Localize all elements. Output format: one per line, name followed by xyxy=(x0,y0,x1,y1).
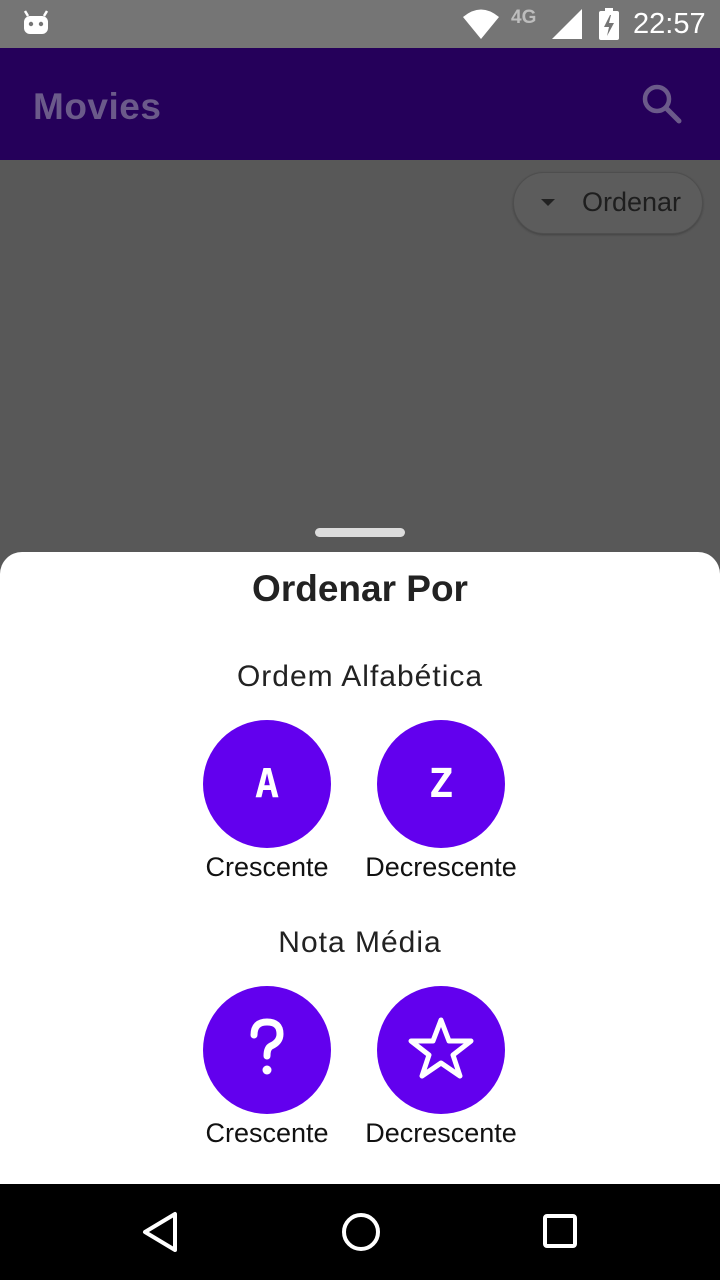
sort-alpha-asc-circle[interactable]: A xyxy=(203,720,331,848)
recents-icon[interactable] xyxy=(540,1210,580,1259)
star-outline-icon xyxy=(408,1016,474,1085)
dropdown-arrow-icon xyxy=(541,199,555,206)
sort-rating-asc-button[interactable]: Crescente xyxy=(177,986,357,1149)
sort-button[interactable]: Ordenar xyxy=(513,172,703,234)
sort-alpha-desc-label: Decrescente xyxy=(365,852,517,882)
section-title-rating: Nota Média xyxy=(278,926,442,959)
letter-z-icon: Z xyxy=(428,761,454,807)
sort-rating-desc-label: Decrescente xyxy=(365,1118,517,1148)
sort-rating-desc-button[interactable]: Decrescente xyxy=(351,986,531,1149)
sort-button-label: Ordenar xyxy=(582,187,682,217)
sheet-drag-handle[interactable] xyxy=(315,528,405,537)
app-bar: Movies xyxy=(0,48,720,160)
sort-alpha-desc-circle[interactable]: Z xyxy=(377,720,505,848)
android-icon xyxy=(22,10,50,41)
sort-alpha-asc-label: Crescente xyxy=(205,852,329,882)
back-icon[interactable] xyxy=(140,1210,180,1259)
sort-alpha-desc-button[interactable]: Z Decrescente xyxy=(351,720,531,883)
letter-a-icon: A xyxy=(254,761,280,807)
network-type: 4G xyxy=(511,7,537,28)
sort-rating-desc-circle[interactable] xyxy=(377,986,505,1114)
battery-charging-icon xyxy=(598,8,620,45)
navigation-bar xyxy=(0,1184,720,1280)
app-title: Movies xyxy=(33,86,162,127)
search-icon[interactable] xyxy=(640,82,684,131)
status-bar: 4G 22:57 xyxy=(0,0,720,48)
sort-rating-asc-label: Crescente xyxy=(205,1118,329,1148)
sort-rating-asc-circle[interactable] xyxy=(203,986,331,1114)
home-icon[interactable] xyxy=(339,1210,383,1259)
question-mark-icon xyxy=(247,1017,287,1083)
clock: 22:57 xyxy=(633,8,706,40)
signal-icon xyxy=(551,8,583,45)
sheet-title: Ordenar Por xyxy=(252,568,468,609)
wifi-icon xyxy=(462,8,500,45)
sort-bottom-sheet: Ordenar Por Ordem Alfabética A Crescente… xyxy=(0,552,720,1184)
section-title-alphabetical: Ordem Alfabética xyxy=(236,660,484,693)
sort-alpha-asc-button[interactable]: A Crescente xyxy=(177,720,357,883)
